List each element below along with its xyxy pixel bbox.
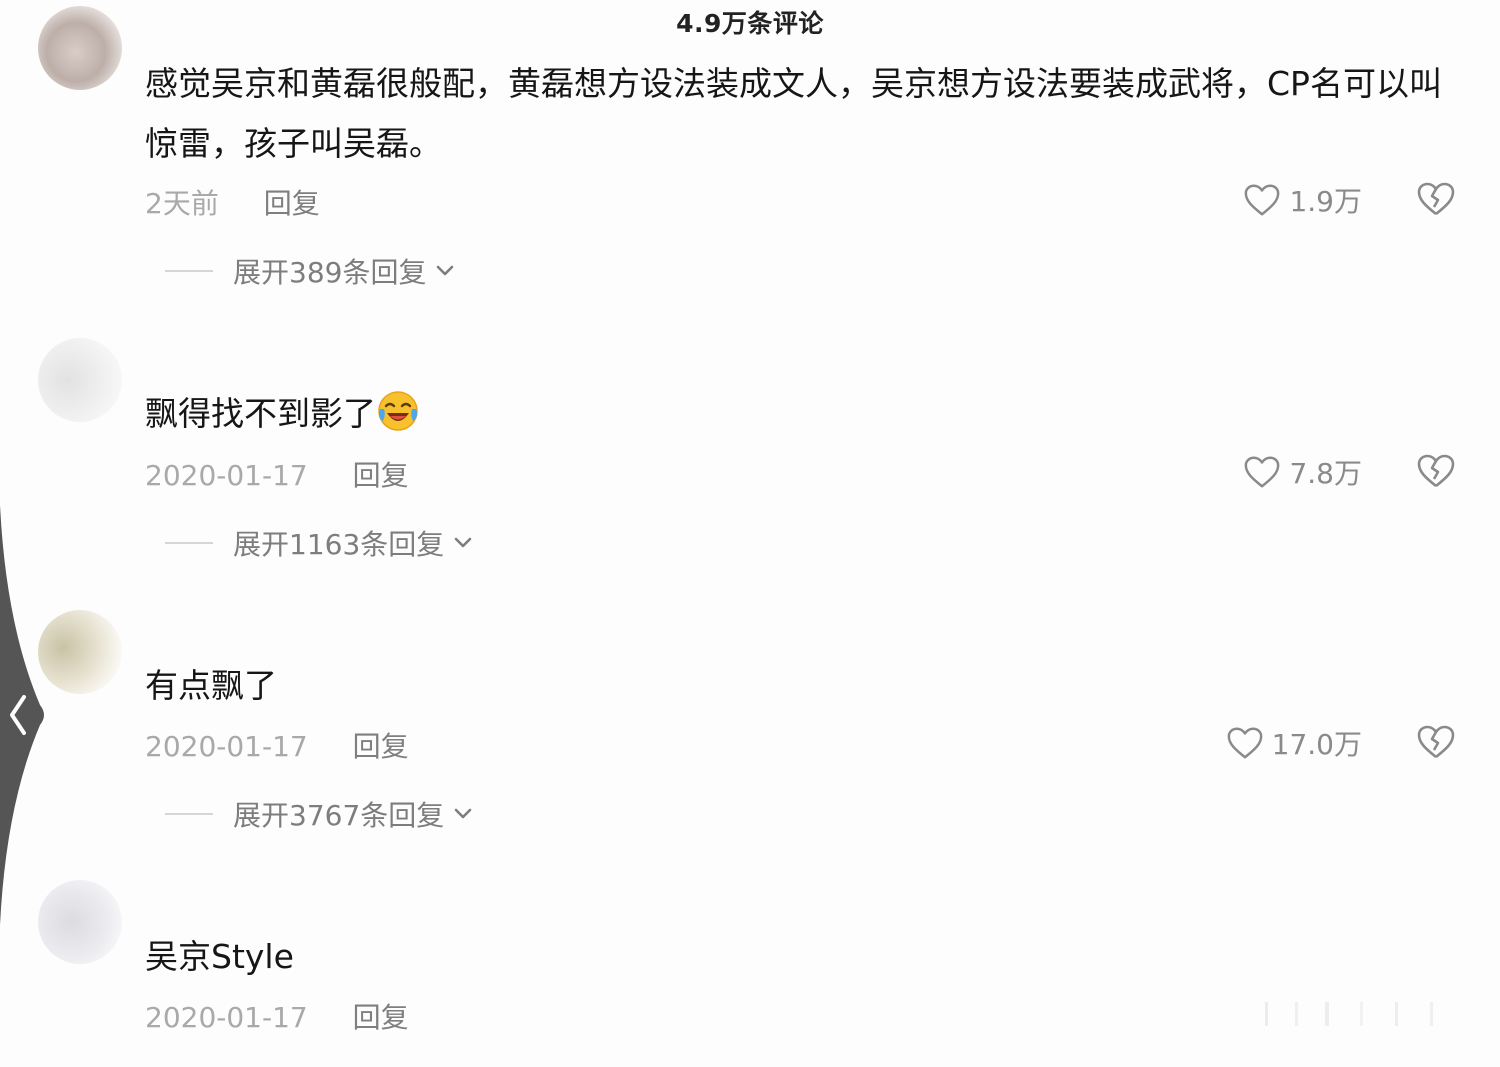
expand-replies-button[interactable]: 展开3767条回复: [165, 794, 474, 834]
divider-line: [165, 813, 213, 815]
comment-text: 飘得找不到影了: [145, 384, 1455, 444]
avatar[interactable]: [38, 338, 122, 422]
like-count: 17.0万: [1271, 728, 1362, 761]
like-count: 1.9万: [1289, 185, 1362, 218]
heart-outline-icon: [1227, 727, 1263, 759]
comment-meta: 2020-01-17 回复: [145, 454, 409, 494]
back-swipe-handle[interactable]: [0, 505, 48, 925]
expand-replies-label: 展开1163条回复: [233, 528, 445, 561]
comment-text: 感觉吴京和黄磊很般配，黄磊想方设法装成文人，吴京想方设法要装成武将，CP名可以叫…: [145, 64, 1442, 163]
comments-panel: 4.9万条评论 感觉吴京和黄磊很般配，黄磊想方设法装成文人，吴京想方设法要装成武…: [0, 0, 1500, 1067]
broken-heart-icon[interactable]: [1416, 180, 1456, 218]
expand-replies-label: 展开389条回复: [233, 256, 427, 289]
comment-meta: 2天前 回复: [145, 182, 320, 222]
expand-replies-label: 展开3767条回复: [233, 799, 445, 832]
chevron-down-icon: [454, 808, 472, 819]
comment-date: 2020-01-17: [145, 459, 308, 492]
divider-line: [165, 270, 213, 272]
comment-text-content: 飘得找不到影了: [145, 394, 376, 433]
broken-heart-icon[interactable]: [1416, 723, 1456, 761]
expand-replies-button[interactable]: 展开389条回复: [165, 251, 456, 291]
comment-date: 2020-01-17: [145, 730, 308, 763]
chevron-down-icon: [437, 265, 454, 276]
chevron-down-icon: [454, 537, 472, 548]
comment-meta: 2020-01-17 回复: [145, 996, 409, 1036]
laughing-crying-emoji: [378, 391, 418, 431]
like-button[interactable]: 17.0万: [1226, 723, 1362, 763]
comment-date: 2020-01-17: [145, 1001, 308, 1034]
comment-meta: 2020-01-17 回复: [145, 725, 409, 765]
reply-button[interactable]: 回复: [264, 182, 320, 222]
reply-button[interactable]: 回复: [353, 454, 409, 494]
reply-button[interactable]: 回复: [353, 725, 409, 765]
expand-replies-button[interactable]: 展开1163条回复: [165, 523, 474, 563]
comment-text: 有点飘了: [145, 666, 277, 705]
faded-action-icons: [1265, 1002, 1433, 1026]
comment-text: 吴京Style: [145, 937, 294, 976]
reply-button[interactable]: 回复: [353, 996, 409, 1036]
like-button[interactable]: 7.8万: [1243, 452, 1362, 492]
heart-outline-icon: [1245, 456, 1280, 488]
heart-outline-icon: [1245, 184, 1280, 216]
avatar[interactable]: [38, 6, 122, 90]
comment-count-title: 4.9万条评论: [676, 9, 824, 38]
broken-heart-icon[interactable]: [1416, 452, 1456, 490]
like-count: 7.8万: [1289, 457, 1362, 490]
comment-date: 2天前: [145, 187, 219, 220]
like-button[interactable]: 1.9万: [1243, 180, 1362, 220]
avatar[interactable]: [38, 880, 122, 964]
avatar[interactable]: [38, 610, 122, 694]
divider-line: [165, 542, 213, 544]
